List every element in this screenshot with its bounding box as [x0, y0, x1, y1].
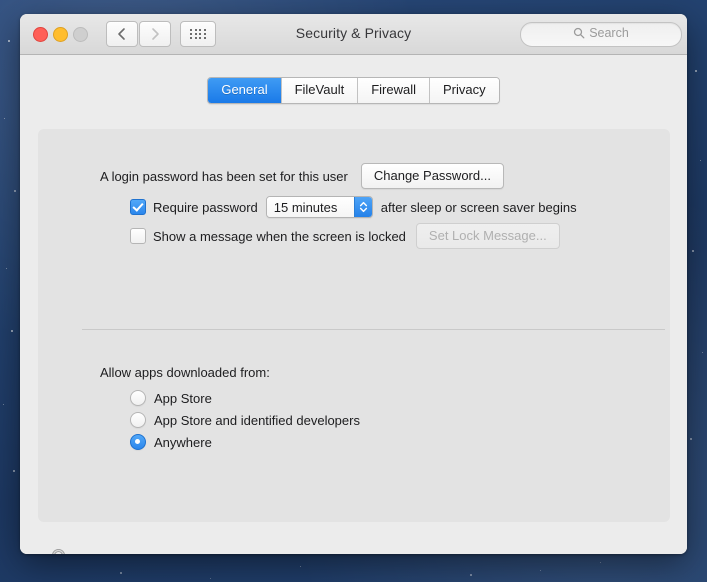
- sleep-delay-popup[interactable]: 15 minutes: [265, 196, 373, 218]
- allow-apps-radio-group: App Store App Store and identified devel…: [130, 387, 360, 453]
- stepper-chevrons-icon: [359, 201, 367, 213]
- window-titlebar: Security & Privacy Search: [20, 14, 687, 55]
- lock-message-label: Show a message when the screen is locked: [153, 228, 406, 244]
- sleep-delay-value: 15 minutes: [266, 197, 354, 217]
- radio-identified-developers[interactable]: [130, 412, 146, 428]
- radio-row-anywhere[interactable]: Anywhere: [130, 431, 360, 453]
- section-divider: [82, 329, 665, 330]
- general-settings-panel: A login password has been set for this u…: [38, 129, 670, 522]
- tab-filevault[interactable]: FileVault: [281, 78, 359, 103]
- radio-label-app-store: App Store: [154, 390, 212, 406]
- search-input[interactable]: Search: [520, 22, 682, 47]
- radio-anywhere[interactable]: [130, 434, 146, 450]
- radio-app-store[interactable]: [130, 390, 146, 406]
- change-password-button[interactable]: Change Password...: [360, 163, 504, 189]
- window-footer: Click the lock to prevent further change…: [20, 533, 687, 554]
- lock-message-checkbox[interactable]: [130, 228, 146, 244]
- radio-row-identified-developers[interactable]: App Store and identified developers: [130, 409, 360, 431]
- login-password-row: A login password has been set for this u…: [100, 163, 504, 189]
- tab-bar: General FileVault Firewall Privacy: [20, 77, 687, 104]
- require-password-label: Require password: [153, 199, 258, 215]
- security-privacy-window: Security & Privacy Search General FileVa…: [20, 14, 687, 554]
- radio-label-anywhere: Anywhere: [154, 434, 212, 450]
- window-body: General FileVault Firewall Privacy A log…: [20, 55, 687, 554]
- allow-apps-label: Allow apps downloaded from:: [100, 365, 270, 380]
- lock-message-row: Show a message when the screen is locked…: [130, 223, 560, 249]
- sleep-delay-stepper[interactable]: [353, 197, 372, 217]
- tab-general[interactable]: General: [208, 78, 282, 103]
- search-icon: [574, 27, 585, 39]
- radio-row-app-store[interactable]: App Store: [130, 387, 360, 409]
- radio-label-identified-developers: App Store and identified developers: [154, 412, 360, 428]
- tab-privacy[interactable]: Privacy: [430, 78, 499, 103]
- set-lock-message-button: Set Lock Message...: [415, 223, 560, 249]
- require-password-row: Require password 15 minutes after sleep …: [130, 196, 577, 218]
- sleep-delay-suffix: after sleep or screen saver begins: [380, 199, 577, 215]
- unlocked-padlock-icon[interactable]: [44, 547, 74, 554]
- login-password-status: A login password has been set for this u…: [100, 168, 348, 184]
- search-placeholder: Search: [589, 26, 629, 40]
- tab-firewall[interactable]: Firewall: [358, 78, 431, 103]
- require-password-checkbox[interactable]: [130, 199, 146, 215]
